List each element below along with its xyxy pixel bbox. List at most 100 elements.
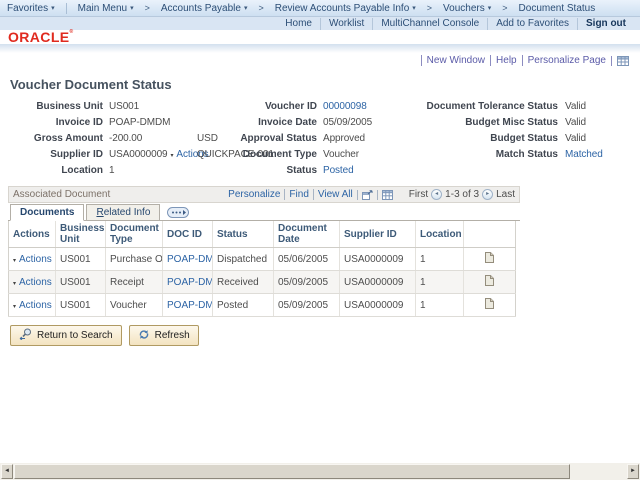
field-label: Document Type [210, 149, 317, 160]
related-actions-dropdown-icon[interactable]: ▾ [171, 153, 174, 159]
field-label: Business Unit [0, 101, 103, 112]
doc-id-link[interactable]: POAP-DM [167, 254, 213, 265]
tab-related-info[interactable]: Related Info [86, 204, 160, 220]
cell-business-unit: US001 [56, 294, 106, 317]
row-actions-link[interactable]: Actions [19, 277, 52, 288]
application-window: Favorites ▾ Main Menu ▾ > Accounts Payab… [0, 0, 640, 480]
grid-pager: First ◂ 1-3 of 3 ▸ Last [409, 189, 515, 200]
row-actions-dropdown-icon[interactable]: ▾ [13, 304, 16, 310]
cell-document-type: Voucher [106, 294, 163, 317]
voucher-header-fields: Business Unit US001 Invoice ID POAP-DMDM… [0, 0, 640, 185]
field-label: Document Tolerance Status [400, 101, 558, 112]
row-actions-link[interactable]: Actions [19, 300, 52, 311]
business-unit-value: US001 [109, 101, 139, 112]
cell-document-date: 05/09/2005 [274, 294, 340, 317]
invoice-id-value: POAP-DMDM [109, 117, 170, 128]
cell-status: Dispatched [213, 248, 274, 271]
refresh-icon [138, 329, 150, 343]
match-status-link[interactable]: Matched [565, 149, 603, 160]
document-tolerance-status-value: Valid [565, 101, 586, 112]
cell-location: 1 [416, 248, 464, 271]
grid-toolbar: Personalize Find View All First ◂ 1-3 of… [224, 189, 515, 200]
horizontal-scrollbar[interactable]: ◄ ► [0, 463, 640, 480]
field-label: Budget Status [400, 133, 558, 144]
voucher-id-link[interactable]: 00000098 [323, 101, 367, 112]
zoom-popup-icon[interactable] [357, 190, 377, 200]
cell-supplier-id: USA0000009 [340, 294, 416, 317]
associated-document-grid: Associated Document Personalize Find Vie… [8, 186, 520, 317]
pager-range: 1-3 of 3 [445, 189, 479, 200]
doc-id-link[interactable]: POAP-DM [167, 300, 213, 311]
tab-label-accesskey: R [96, 207, 103, 218]
return-to-search-icon [19, 328, 32, 343]
pager-first-label[interactable]: First [409, 189, 428, 200]
column-header-attachment [464, 221, 516, 248]
pager-last-label[interactable]: Last [496, 189, 515, 200]
pager-next-icon[interactable]: ▸ [482, 189, 493, 200]
location-value: 1 [109, 165, 114, 176]
column-header-location: Location [416, 221, 464, 248]
document-icon[interactable] [485, 255, 494, 266]
cell-business-unit: US001 [56, 248, 106, 271]
footer-buttons: Return to Search Refresh [10, 325, 199, 346]
field-label: Match Status [400, 149, 558, 160]
personalize-link[interactable]: Personalize [224, 189, 284, 200]
table-row: ▾Actions US001 Purchase Order POAP-DM Di… [9, 248, 516, 271]
field-label: Voucher ID [210, 101, 317, 112]
cell-supplier-id: USA0000009 [340, 248, 416, 271]
cell-document-type: Purchase Order [106, 248, 163, 271]
field-label: Budget Misc Status [400, 117, 558, 128]
field-label: Supplier ID [0, 149, 103, 160]
return-to-search-label: Return to Search [37, 330, 113, 341]
refresh-button[interactable]: Refresh [129, 325, 199, 346]
supplier-id-value: USA0000009 [109, 149, 168, 160]
find-link[interactable]: Find [284, 189, 312, 200]
pager-prev-icon[interactable]: ◂ [431, 189, 442, 200]
column-header-status: Status [213, 221, 274, 248]
download-grid-icon[interactable] [377, 190, 397, 200]
budget-status-value: Valid [565, 133, 586, 144]
cell-document-date: 05/06/2005 [274, 248, 340, 271]
status-link[interactable]: Posted [323, 165, 354, 176]
view-all-link[interactable]: View All [313, 189, 357, 200]
cell-status: Posted [213, 294, 274, 317]
table-row: ▾Actions US001 Voucher POAP-DM Posted 05… [9, 294, 516, 317]
field-label: Invoice Date [210, 117, 317, 128]
field-label: Location [0, 165, 103, 176]
field-label: Status [210, 165, 317, 176]
table-header-row: Actions Business Unit Document Type DOC … [9, 221, 516, 248]
invoice-date-value: 05/09/2005 [323, 117, 372, 128]
scrollbar-thumb[interactable] [14, 464, 570, 479]
grid-tab-bar: Documents Related Info [8, 203, 520, 221]
documents-table: Actions Business Unit Document Type DOC … [8, 221, 516, 317]
supplier-id-group: USA0000009 ▾ Actions [109, 149, 209, 160]
row-actions-dropdown-icon[interactable]: ▾ [13, 258, 16, 264]
column-header-document-date: Document Date [274, 221, 340, 248]
field-label: Gross Amount [0, 133, 103, 144]
column-header-business-unit: Business Unit [56, 221, 106, 248]
cell-supplier-id: USA0000009 [340, 271, 416, 294]
field-label: Approval Status [210, 133, 317, 144]
document-icon[interactable] [485, 278, 494, 289]
return-to-search-button[interactable]: Return to Search [10, 325, 122, 346]
gross-amount-value: -200.00 [109, 133, 142, 144]
field-label: Invoice ID [0, 117, 103, 128]
approval-status-value: Approved [323, 133, 365, 144]
row-actions-dropdown-icon[interactable]: ▾ [13, 281, 16, 287]
column-header-document-type: Document Type [106, 221, 163, 248]
tab-label-rest: elated Info [104, 207, 151, 218]
doc-id-link[interactable]: POAP-DM [167, 277, 213, 288]
grid-title: Associated Document [13, 189, 110, 200]
row-actions-link[interactable]: Actions [19, 254, 52, 265]
show-all-columns-icon[interactable] [167, 207, 189, 218]
budget-misc-status-value: Valid [565, 117, 586, 128]
document-icon[interactable] [485, 301, 494, 312]
cell-document-date: 05/09/2005 [274, 271, 340, 294]
cell-business-unit: US001 [56, 271, 106, 294]
scroll-left-icon[interactable]: ◄ [1, 464, 13, 479]
column-header-supplier-id: Supplier ID [340, 221, 416, 248]
refresh-label: Refresh [155, 330, 190, 341]
tab-documents[interactable]: Documents [10, 204, 84, 221]
cell-document-type: Receipt [106, 271, 163, 294]
scroll-right-icon[interactable]: ► [627, 464, 639, 479]
